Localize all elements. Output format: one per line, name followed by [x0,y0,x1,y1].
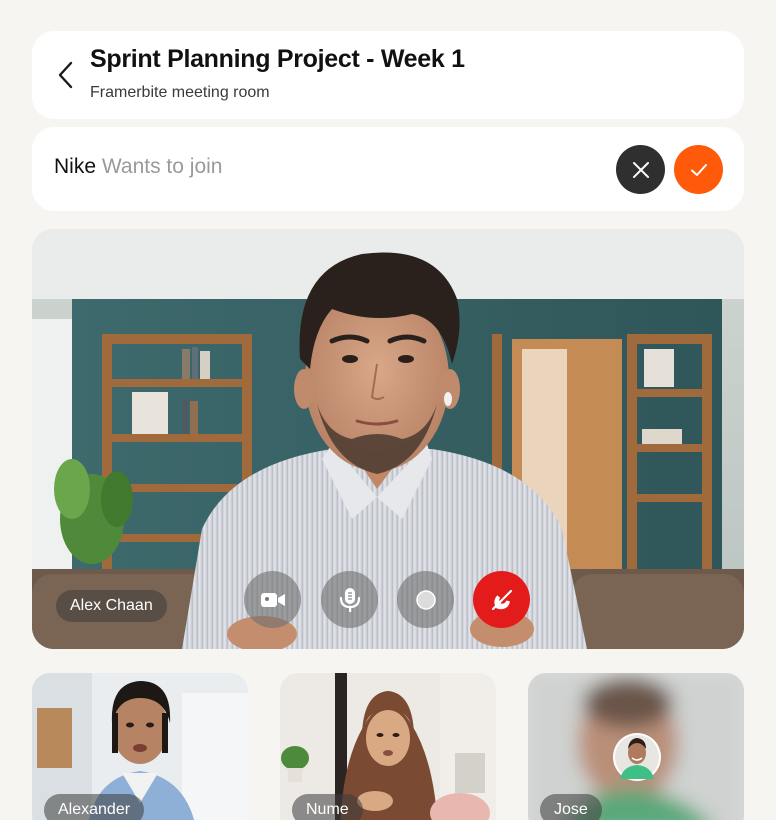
chevron-left-icon [58,61,73,89]
participant-name-chip: Nume [292,794,363,820]
close-icon [632,161,649,178]
participant-name-chip: Alex Chaan [56,590,167,622]
participant-name-chip: Jose [540,794,602,820]
end-call-button[interactable] [473,571,530,628]
back-button[interactable] [46,55,86,95]
participant-name: Jose [554,801,588,818]
check-icon [690,163,707,176]
join-request-text: Nike Wants to join [54,155,222,179]
main-video-feed [32,229,744,649]
accept-button[interactable] [674,145,723,194]
participant-name: Alexander [58,801,131,818]
join-request-name: Nike [54,155,97,178]
participant-name: Alex Chaan [70,597,153,614]
participant-tile-alexander[interactable]: Alexander [32,673,248,820]
camera-icon [260,592,285,607]
join-request: Nike Wants to join [32,127,744,211]
camera-toggle-button[interactable] [244,571,301,628]
meeting-title: Sprint Planning Project - Week 1 [90,45,465,73]
microphone-icon [339,587,360,612]
participant-name: Nume [306,801,349,818]
meeting-subtitle: Framerbite meeting room [90,84,270,101]
participant-tile-jose[interactable]: Jose [528,673,744,820]
main-video: Alex Chaan [32,229,744,649]
record-icon [415,589,436,610]
join-request-message: Wants to join [101,155,223,178]
end-call-icon [491,589,512,610]
record-button[interactable] [397,571,454,628]
decline-button[interactable] [616,145,665,194]
meeting-header: Sprint Planning Project - Week 1 Framerb… [32,31,744,119]
participant-tile-nume[interactable]: Nume [280,673,496,820]
microphone-toggle-button[interactable] [321,571,378,628]
participant-name-chip: Alexander [44,794,145,820]
